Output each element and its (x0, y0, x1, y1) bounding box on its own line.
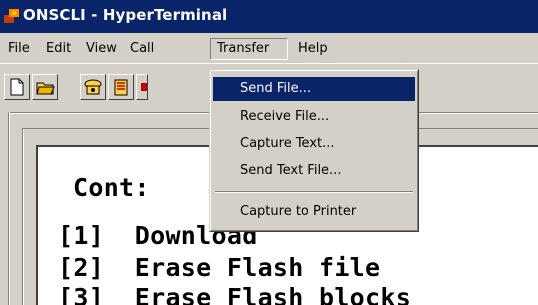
window-title: ONSCLI - HyperTerminal (23, 6, 228, 24)
properties-button[interactable] (136, 74, 148, 100)
title-bar[interactable]: ONSCLI - HyperTerminal (0, 0, 538, 33)
menu-item-receive-file[interactable]: Receive File... (213, 105, 415, 129)
hyperterminal-app-icon[interactable] (3, 7, 21, 25)
open-button[interactable] (32, 74, 58, 100)
menu-help[interactable]: Help (292, 38, 334, 60)
menu-edit[interactable]: Edit (40, 38, 77, 60)
menu-bar: File Edit View Call Transfer Help (0, 33, 538, 63)
menu-item-send-text-file[interactable]: Send Text File... (213, 159, 415, 183)
menu-view[interactable]: View (80, 38, 123, 60)
menu-transfer[interactable]: Transfer (210, 38, 288, 60)
menu-item-capture-text[interactable]: Capture Text... (213, 132, 415, 156)
transfer-menu: Send File... Receive File... Capture Tex… (209, 69, 419, 232)
terminal-line: Cont: (73, 173, 150, 202)
connect-button[interactable] (80, 74, 106, 100)
menu-item-capture-to-printer[interactable]: Capture to Printer (213, 200, 415, 224)
menu-separator (215, 191, 413, 193)
terminal-line: [3] Erase Flash blocks (58, 283, 412, 305)
menu-file[interactable]: File (2, 38, 36, 60)
terminal-line: [2] Erase Flash file (58, 253, 381, 282)
disconnect-button[interactable] (108, 74, 134, 100)
menu-item-send-file[interactable]: Send File... (213, 77, 415, 101)
menu-call[interactable]: Call (124, 38, 160, 60)
new-button[interactable] (4, 74, 30, 100)
